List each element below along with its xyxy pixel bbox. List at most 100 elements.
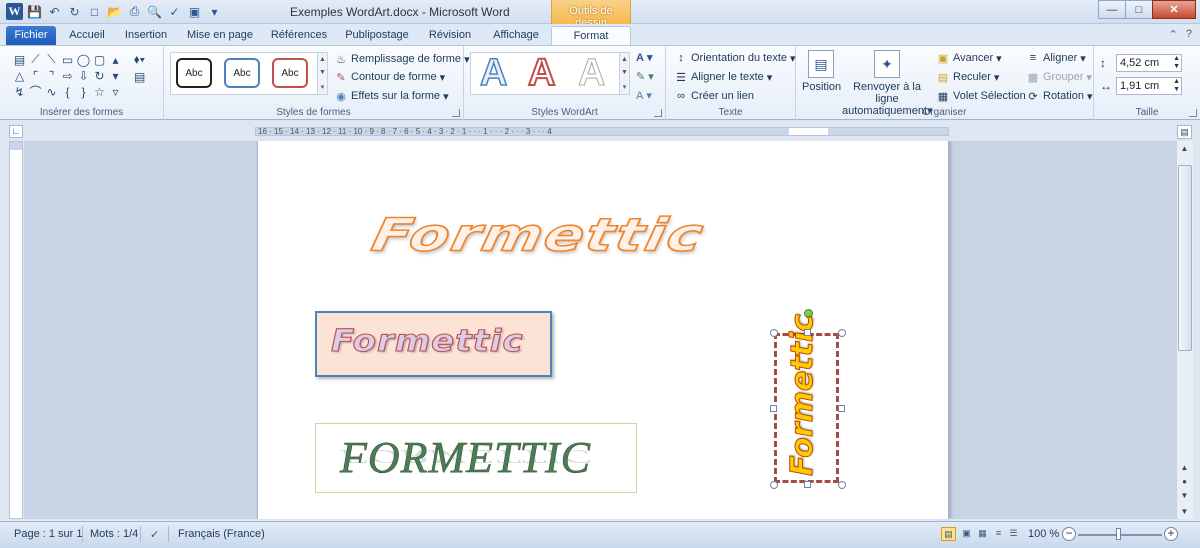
- align-text-button[interactable]: ☰ Aligner le texte ▾: [674, 70, 772, 84]
- scroll-up-icon[interactable]: ▲: [1177, 141, 1192, 156]
- help-icon[interactable]: ?: [1186, 28, 1192, 41]
- wordart-box-green[interactable]: FORMETTIC FORMETTIC: [315, 423, 637, 493]
- image-icon[interactable]: ▣: [186, 3, 203, 20]
- align-button[interactable]: ≡ Aligner ▾: [1026, 51, 1086, 65]
- ruler-toggle-icon[interactable]: ▤: [1177, 125, 1192, 139]
- tab-revision[interactable]: Révision: [424, 26, 476, 45]
- resize-handle-b[interactable]: [804, 481, 811, 488]
- page-count[interactable]: Page : 1 sur 1: [14, 528, 83, 540]
- resize-handle-br[interactable]: [838, 481, 846, 489]
- previous-page-icon[interactable]: ▲: [1177, 461, 1192, 475]
- zoom-slider-thumb[interactable]: [1116, 528, 1121, 540]
- redo-icon[interactable]: ↻: [66, 3, 83, 20]
- undo-icon[interactable]: ↶: [46, 3, 63, 20]
- print-preview-icon[interactable]: 🔍: [146, 3, 163, 20]
- language-indicator[interactable]: Français (France): [178, 528, 265, 540]
- text-fill-button[interactable]: A ▾: [636, 51, 652, 65]
- vertical-ruler[interactable]: [9, 141, 23, 519]
- full-screen-reading-icon[interactable]: ▣: [959, 527, 974, 541]
- word-app-icon[interactable]: W: [6, 3, 23, 20]
- shape-style-red[interactable]: Abc: [272, 58, 308, 88]
- resize-handle-l[interactable]: [770, 405, 777, 412]
- vertical-scrollbar[interactable]: ▤ ▲ ▲ ● ▼ ▼: [1176, 125, 1193, 519]
- oval-shape-icon: ◯: [76, 52, 91, 67]
- shape-style-black[interactable]: Abc: [176, 58, 212, 88]
- text-outline-button[interactable]: ✎ ▾: [636, 70, 654, 83]
- position-button[interactable]: ▤ Position: [802, 50, 841, 93]
- wordart-style-grey[interactable]: A: [577, 52, 605, 95]
- edit-shape-icon[interactable]: ⬧▾: [134, 52, 145, 67]
- scroll-down-icon[interactable]: ▼: [1177, 504, 1192, 519]
- close-button[interactable]: ✕: [1152, 0, 1196, 19]
- tab-affichage[interactable]: Affichage: [488, 26, 544, 45]
- shape-width-input[interactable]: 1,91 cm ▲ ▼: [1116, 77, 1182, 95]
- wordart-style-red[interactable]: A: [527, 51, 556, 95]
- size-launcher[interactable]: [1189, 109, 1197, 117]
- text-direction-button[interactable]: ↕ Orientation du texte ▾: [674, 51, 795, 65]
- shape-effects-button[interactable]: ◉ Effets sur la forme ▾: [334, 89, 448, 103]
- wordart-box-blue[interactable]: Formettic: [315, 311, 552, 377]
- group-size: ↕ 4,52 cm ▲ ▼ ↔ 1,91 cm ▲ ▼ Taille: [1094, 46, 1200, 120]
- print-icon[interactable]: ⎙: [126, 3, 143, 20]
- spelling-icon[interactable]: ✓: [166, 3, 183, 20]
- shape-styles-launcher[interactable]: [452, 109, 460, 117]
- bring-forward-button[interactable]: ▣ Avancer ▾: [936, 51, 1002, 65]
- wordart-styles-launcher[interactable]: [654, 109, 662, 117]
- scroll-thumb[interactable]: [1178, 165, 1192, 351]
- shapes-gallery[interactable]: ▤ ⟋ ⟍ ▭ ◯ ▢ ▴ △ ⌜ ⌝ ⇨ ⇩ ↻ ▾ ↯ ⌒ ∿ {} ☆ ▿: [12, 52, 123, 99]
- tab-publipostage[interactable]: Publipostage: [342, 26, 412, 45]
- tab-references[interactable]: Références: [268, 26, 330, 45]
- tab-mise-en-page[interactable]: Mise en page: [184, 26, 256, 45]
- open-folder-icon[interactable]: 📂: [106, 3, 123, 20]
- customize-qat-icon[interactable]: ▾: [206, 3, 223, 20]
- shape-style-blue[interactable]: Abc: [224, 58, 260, 88]
- outline-view-icon[interactable]: ≡: [991, 527, 1006, 541]
- tab-selector-icon[interactable]: ∟: [9, 125, 23, 138]
- shape-outline-button[interactable]: ✎ Contour de forme ▾: [334, 70, 445, 84]
- document-page[interactable]: Formettic Formettic FORMETTIC FORMETTIC …: [257, 141, 949, 519]
- print-layout-view-icon[interactable]: ▤: [941, 527, 956, 541]
- wordart-style-blue[interactable]: A: [479, 51, 508, 95]
- zoom-out-icon[interactable]: −: [1062, 527, 1076, 541]
- tab-format[interactable]: Format: [551, 26, 631, 45]
- rotate-arrow-shape-icon: ↻: [94, 68, 105, 83]
- wordart-orange[interactable]: Formettic: [366, 208, 710, 263]
- tab-accueil[interactable]: Accueil: [66, 26, 108, 45]
- minimize-ribbon-icon[interactable]: ⌃: [1169, 28, 1178, 41]
- proofing-icon[interactable]: ✓: [150, 528, 159, 541]
- shape-styles-scroll[interactable]: ▲ ▼ ▾: [317, 52, 328, 95]
- draw-text-box-icon[interactable]: ▤: [134, 70, 145, 84]
- next-page-icon[interactable]: ▼: [1177, 489, 1192, 503]
- zoom-level[interactable]: 100 %: [1028, 528, 1059, 540]
- resize-handle-t[interactable]: [804, 329, 811, 336]
- draft-view-icon[interactable]: ☰: [1006, 527, 1021, 541]
- selection-pane-icon: ▦: [937, 90, 949, 103]
- tab-insertion[interactable]: Insertion: [120, 26, 172, 45]
- minimize-button[interactable]: —: [1098, 0, 1126, 19]
- new-document-icon[interactable]: □: [86, 3, 103, 20]
- save-icon[interactable]: 💾: [26, 3, 43, 20]
- resize-handle-r[interactable]: [838, 405, 845, 412]
- wordart-box-selected[interactable]: Formettic: [774, 314, 839, 483]
- word-count[interactable]: Mots : 1/4: [90, 528, 138, 540]
- web-layout-icon[interactable]: ▦: [975, 527, 990, 541]
- rotate-button[interactable]: ⟳ Rotation ▾: [1026, 89, 1092, 103]
- resize-handle-tl[interactable]: [770, 329, 778, 337]
- resize-handle-bl[interactable]: [770, 481, 778, 489]
- shape-height-input[interactable]: 4,52 cm ▲ ▼: [1116, 54, 1182, 72]
- wordart-styles-scroll[interactable]: ▲ ▼ ▾: [619, 52, 630, 95]
- selection-pane-button[interactable]: ▦ Volet Sélection: [936, 89, 1026, 103]
- fill-shape-button[interactable]: ♨ Remplissage de forme ▾: [334, 52, 470, 66]
- group-button[interactable]: ▩ Grouper ▾: [1026, 70, 1092, 84]
- zoom-in-icon[interactable]: +: [1164, 527, 1178, 541]
- paint-bucket-icon: ♨: [336, 53, 346, 66]
- create-link-button[interactable]: ∞ Créer un lien: [674, 89, 754, 103]
- rectangle-shape-icon: ▭: [61, 52, 74, 67]
- maximize-button[interactable]: □: [1125, 0, 1153, 19]
- browse-object-icon[interactable]: ●: [1177, 475, 1192, 489]
- align-text-icon: ☰: [676, 71, 686, 84]
- send-backward-button[interactable]: ▤ Reculer ▾: [936, 70, 1000, 84]
- text-effects-button[interactable]: A ▾: [636, 89, 652, 103]
- resize-handle-tr[interactable]: [838, 329, 846, 337]
- tab-fichier[interactable]: Fichier: [6, 26, 56, 45]
